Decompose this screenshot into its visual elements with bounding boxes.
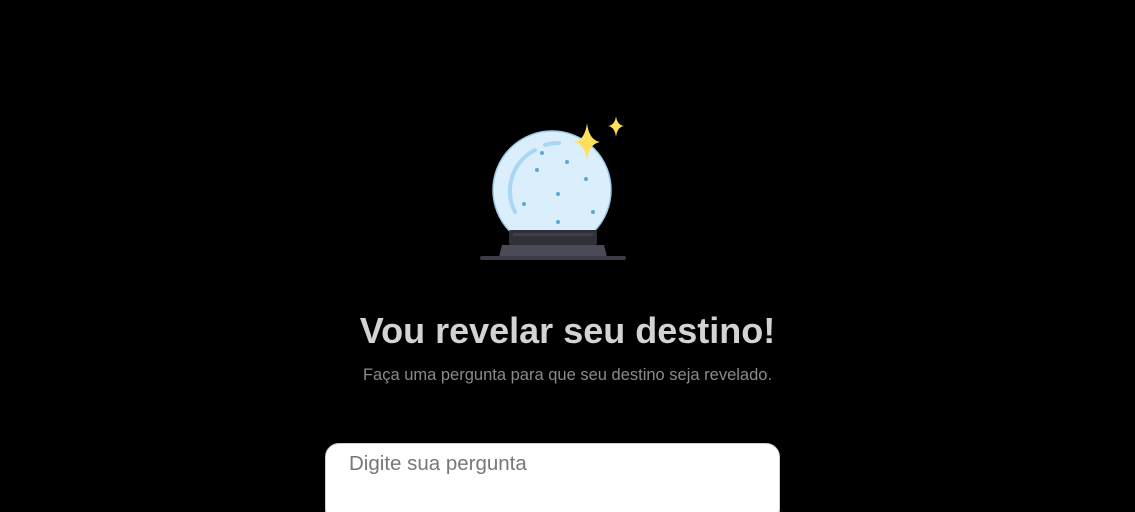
- page: Vou revelar seu destino! Faça uma pergun…: [0, 0, 1135, 512]
- question-input[interactable]: [325, 443, 780, 512]
- page-subtitle: Faça uma pergunta para que seu destino s…: [362, 366, 773, 384]
- crystal-ball-icon: [480, 116, 626, 260]
- page-title: Vou revelar seu destino!: [359, 310, 776, 351]
